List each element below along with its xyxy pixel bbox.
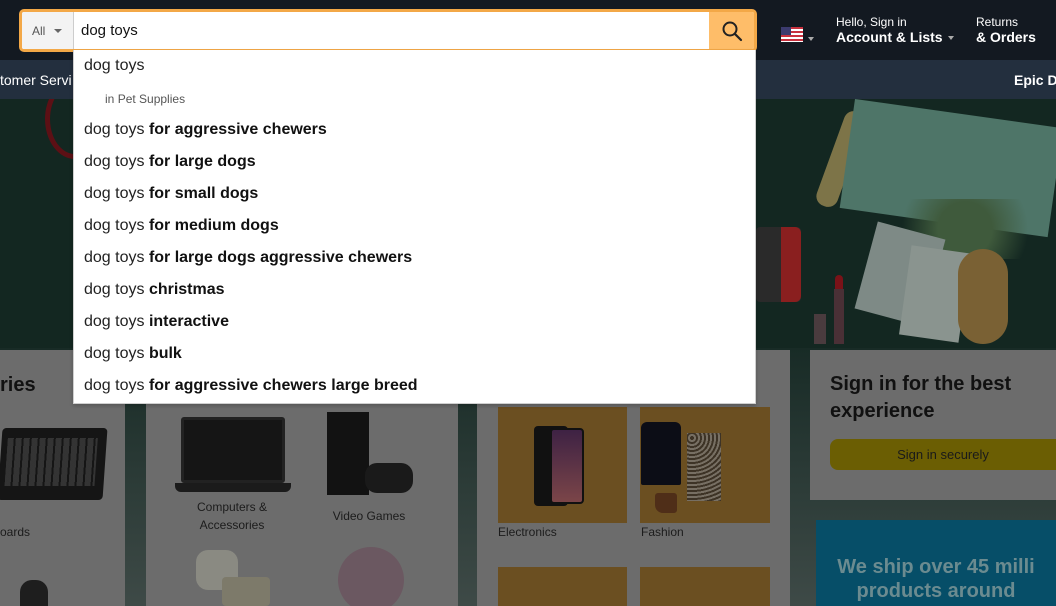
suggestion-item[interactable]: dog toys for aggressive chewers large br…	[84, 376, 418, 396]
hero-decor	[814, 314, 826, 344]
suggestion-base: dog toys	[84, 281, 149, 298]
skirt-image	[687, 433, 721, 501]
suggestion-item[interactable]: dog toys interactive	[84, 312, 229, 332]
boot-image	[655, 493, 677, 513]
suggestion-base: dog toys	[84, 121, 149, 138]
suggestion-item[interactable]: dog toys for large dogs	[84, 152, 256, 172]
suggestion-item[interactable]: dog toys	[84, 56, 144, 76]
suggestion-base: dog toys	[84, 249, 149, 266]
search-icon	[722, 21, 742, 41]
suggestion-completion: bulk	[148, 345, 182, 362]
locale-caret-icon[interactable]	[808, 37, 814, 41]
subnav-customer-service[interactable]: tomer Servi	[0, 72, 72, 88]
returns-line1: Returns	[976, 15, 1019, 29]
search-bar: All	[19, 9, 757, 52]
search-button[interactable]	[709, 12, 754, 49]
tile-label[interactable]: oards	[0, 523, 30, 541]
suggestion-completion: for large dogs aggressive chewers	[148, 249, 413, 266]
console-image[interactable]	[327, 412, 369, 495]
caret-down-icon	[54, 28, 63, 33]
suggestion-completion: for medium dogs	[148, 217, 279, 234]
shipping-text-line1: We ship over 45 milli	[837, 556, 1035, 578]
returns-orders-link[interactable]: Returns & Orders	[976, 15, 1036, 45]
department-name: Pet Supplies	[117, 92, 186, 106]
suggestion-base: dog toys	[84, 185, 149, 202]
suggestion-item[interactable]: dog toys for small dogs	[84, 184, 258, 204]
suggestion-completion: for aggressive chewers	[148, 121, 327, 138]
tile-label-fashion[interactable]: Fashion	[641, 523, 684, 541]
account-lists-menu[interactable]: Hello, Sign in Account & Lists	[836, 15, 954, 45]
laptop-image[interactable]	[181, 417, 285, 483]
shipping-text-line2: products around	[856, 580, 1016, 602]
suggestion-base: dog toys	[84, 345, 149, 362]
suggestion-base: dog toys	[84, 377, 149, 394]
suggestion-item[interactable]: dog toys bulk	[84, 344, 182, 364]
toy-image[interactable]	[338, 547, 404, 606]
tile-label-video-games[interactable]: Video Games	[306, 507, 432, 525]
sweater-image	[641, 422, 681, 485]
phone-screen	[550, 428, 584, 504]
product-image[interactable]	[20, 580, 48, 606]
department-prefix: in	[105, 92, 118, 106]
suggestion-item[interactable]: dog toys for large dogs aggressive chewe…	[84, 248, 412, 268]
suggestion-base: dog toys	[84, 217, 149, 234]
baby-monitor-screen	[222, 577, 270, 606]
controller-image	[365, 463, 413, 493]
suggestion-item[interactable]: dog toys christmas	[84, 280, 225, 300]
suggestion-completion: for aggressive chewers large breed	[148, 377, 418, 394]
shipping-banner-text: We ship over 45 milli products around	[816, 555, 1056, 603]
subnav-promo-link[interactable]: Epic D	[1014, 72, 1056, 88]
suggestion-base: dog toys	[84, 313, 149, 330]
account-label: Account & Lists	[836, 29, 943, 45]
lipstick-image	[834, 275, 844, 344]
search-category-label: All	[32, 23, 46, 38]
laptop-base	[175, 483, 291, 492]
search-category-dropdown[interactable]: All	[22, 12, 74, 49]
brush-image	[958, 249, 1008, 344]
suggestion-item[interactable]: dog toys for medium dogs	[84, 216, 279, 236]
card-title: ries	[0, 374, 36, 396]
sign-in-securely-button[interactable]: Sign in securely	[830, 439, 1056, 470]
us-flag-icon[interactable]	[781, 27, 803, 42]
keyboard-image[interactable]	[0, 428, 108, 500]
suggestion-completion: christmas	[148, 281, 225, 298]
signin-card: Sign in for the best experience	[810, 350, 1056, 500]
product-tile[interactable]	[640, 567, 770, 606]
game-console-image	[756, 227, 801, 302]
tile-label-computers[interactable]: Computers & Accessories	[166, 498, 298, 534]
suggestion-item[interactable]: dog toys for aggressive chewers	[84, 120, 327, 140]
returns-line2: & Orders	[976, 29, 1036, 45]
signin-title: Sign in for the best experience	[830, 373, 1012, 422]
suggestion-department-item[interactable]: in Pet Supplies	[105, 92, 185, 106]
suggestion-completion: interactive	[148, 313, 229, 330]
account-greeting: Hello, Sign in	[836, 15, 907, 29]
product-tile[interactable]	[498, 567, 627, 606]
suggestion-completion: for small dogs	[148, 185, 259, 202]
suggestion-base: dog toys	[84, 57, 145, 74]
tile-label-electronics[interactable]: Electronics	[498, 523, 557, 541]
caret-down-icon	[947, 36, 954, 41]
suggestion-base: dog toys	[84, 153, 149, 170]
search-suggestions-dropdown: dog toys in Pet Supplies dog toys for ag…	[73, 50, 756, 404]
suggestion-completion: for large dogs	[148, 153, 256, 170]
search-input[interactable]	[74, 12, 709, 49]
